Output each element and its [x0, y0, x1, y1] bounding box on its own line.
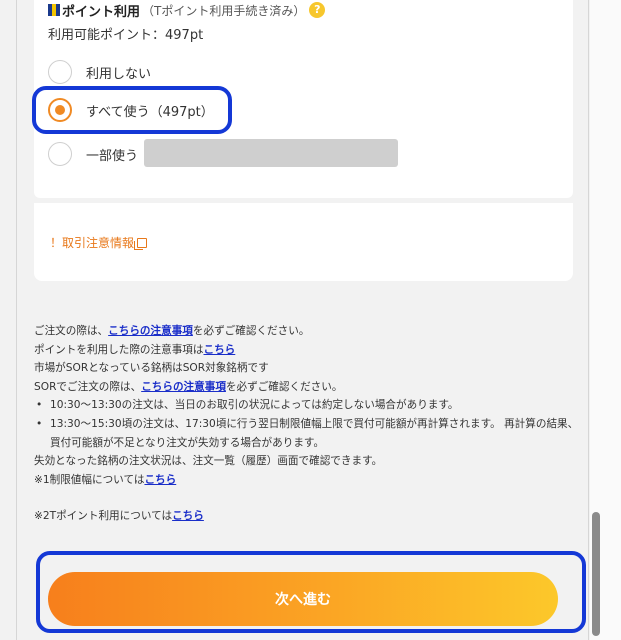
note-line: ※2Tポイント利用についてはこちら — [34, 507, 582, 526]
next-button[interactable]: 次へ進む — [48, 572, 558, 626]
note-line: ポイントを利用した際の注意事項はこちら — [34, 341, 582, 360]
radio-no-use[interactable] — [48, 60, 72, 84]
note-text: ご注文の際は、 — [34, 325, 109, 337]
partial-points-input[interactable] — [144, 139, 398, 167]
price-limit-link[interactable]: こちら — [144, 474, 176, 486]
trade-caution-text[interactable]: ！取引注意情報 — [50, 234, 134, 251]
scrollbar-thumb[interactable] — [592, 512, 600, 636]
option-use-partial-label: 一部使う — [86, 148, 139, 164]
tpoint-logo-icon — [48, 4, 60, 16]
copy-icon — [134, 237, 148, 250]
note-line: SORでご注文の際は、こちらの注意事項を必ずご確認ください。 — [34, 378, 582, 397]
sor-caution-link[interactable]: こちらの注意事項 — [141, 381, 226, 393]
note-text: ポイントを利用した際の注意事項は — [34, 343, 204, 356]
point-title-subtitle: （Tポイント利用手続き済み） — [142, 3, 306, 18]
note-text: ※2Tポイント利用については — [34, 510, 173, 523]
trade-caution-link[interactable]: ！取引注意情報 — [50, 234, 148, 251]
note-line: ※1制限値幅についてはこちら — [34, 471, 582, 490]
order-notes: ご注文の際は、こちらの注意事項を必ずご確認ください。 ポイントを利用した際の注意… — [34, 322, 582, 526]
frame-divider-left — [16, 0, 17, 640]
note-line: 失効となった銘柄の注文状況は、注文一覧（履歴）画面で確認できます。 — [34, 455, 383, 468]
caution-link-1[interactable]: こちらの注意事項 — [108, 325, 193, 337]
note-bullet: 10:30〜13:30の注文は、当日のお取引の状況によっては約定しない場合があり… — [34, 396, 582, 415]
help-icon[interactable]: ? — [309, 2, 326, 18]
option-use-partial[interactable]: 一部使う — [48, 142, 138, 166]
note-text: SORでご注文の際は、 — [34, 380, 142, 393]
note-line: 市場がSORとなっている銘柄はSOR対象銘柄です — [34, 362, 269, 375]
highlight-use-all — [32, 86, 232, 134]
point-title-text: ポイント利用 — [62, 4, 141, 20]
note-text: を必ずご確認ください。 — [192, 325, 310, 337]
point-usage-title: ポイント利用 （Tポイント利用手続き済み） ? — [48, 1, 326, 20]
tpoint-usage-link[interactable]: こちら — [172, 510, 204, 522]
available-points: 利用可能ポイント：497pt — [48, 28, 204, 43]
option-no-use-label: 利用しない — [86, 66, 152, 82]
frame-divider-right — [588, 0, 589, 640]
note-bullet: 13:30〜15:30頃の注文は、17:30頃に行う翌日制限値幅上限で買付可能額… — [34, 415, 582, 452]
option-no-use[interactable]: 利用しない — [48, 60, 151, 84]
note-text: ※1制限値幅については — [34, 473, 145, 486]
radio-use-partial[interactable] — [48, 142, 72, 166]
note-text: を必ずご確認ください。 — [225, 380, 343, 393]
point-caution-link[interactable]: こちら — [204, 344, 236, 356]
note-line: ご注文の際は、こちらの注意事項を必ずご確認ください。 — [34, 322, 582, 341]
